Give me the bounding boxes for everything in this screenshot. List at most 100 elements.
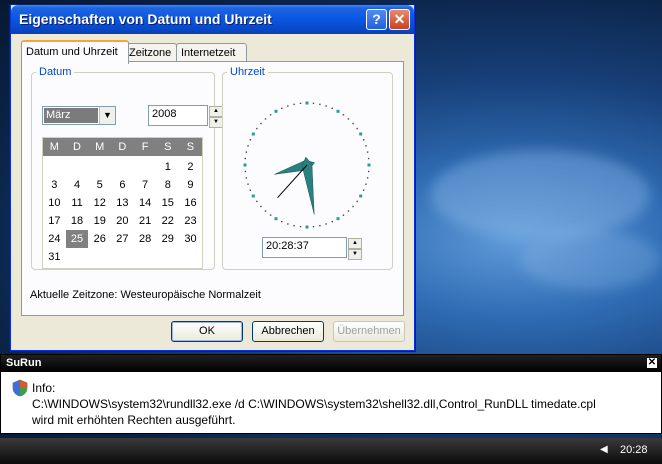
tray-expand-icon[interactable]: ◀ <box>600 444 608 455</box>
date-group: Datum März ▼ 2008 ▲ ▼ MDMDFSS 1234567891… <box>31 66 223 270</box>
clock-minute-mark <box>325 105 327 107</box>
calendar-day[interactable]: 31 <box>43 248 66 266</box>
calendar-day[interactable]: 21 <box>134 212 157 230</box>
weekday-label: F <box>141 141 149 153</box>
calendar-day[interactable]: 16 <box>179 194 202 212</box>
calendar-day[interactable]: 3 <box>43 176 66 194</box>
spin-down-icon[interactable]: ▼ <box>209 117 223 128</box>
calendar-day[interactable]: 10 <box>43 194 66 212</box>
clock-hour-mark <box>251 194 255 198</box>
calendar-day[interactable]: 27 <box>111 230 134 248</box>
clock-minute-mark <box>365 183 367 185</box>
clock-minute-mark <box>325 223 327 225</box>
calendar-day[interactable]: 14 <box>134 194 157 212</box>
clock-hour-mark <box>251 132 255 136</box>
clock-minute-mark <box>365 145 367 147</box>
clock-minute-mark <box>342 214 345 216</box>
calendar-day[interactable]: 30 <box>179 230 202 248</box>
calendar-day[interactable]: 8 <box>156 176 179 194</box>
help-button[interactable]: ? <box>366 9 387 30</box>
clock-minute-mark <box>264 118 267 120</box>
surun-close-icon[interactable]: ✕ <box>647 358 657 368</box>
time-spinner[interactable]: 20:28:37 ▲ ▼ <box>262 237 362 260</box>
clock-hour-mark <box>367 163 371 167</box>
calendar-day[interactable]: 9 <box>179 176 202 194</box>
calendar-day[interactable]: 20 <box>111 212 134 230</box>
weekday-label: S <box>186 141 195 153</box>
tab-date-time[interactable]: Datum und Uhrzeit <box>21 40 129 64</box>
cancel-button[interactable]: Abbrechen <box>252 321 324 342</box>
apply-button[interactable]: Übernehmen <box>333 321 405 342</box>
calendar-day[interactable]: 19 <box>88 212 111 230</box>
calendar-day[interactable]: 25 <box>65 230 89 248</box>
calendar-day[interactable]: 2 <box>179 158 202 176</box>
spin-up-icon[interactable]: ▲ <box>209 106 223 117</box>
clock-hour-mark <box>305 225 309 229</box>
weekday-label: D <box>118 141 127 153</box>
calendar-day[interactable]: 4 <box>66 176 89 194</box>
desktop-glow <box>520 230 660 290</box>
surun-info-label: Info: <box>32 381 56 395</box>
calendar-day[interactable]: 1 <box>156 158 179 176</box>
clock-minute-mark <box>269 214 272 216</box>
clock-minute-mark <box>356 127 358 130</box>
surun-command: C:\WINDOWS\system32\rundll32.exe /d C:\W… <box>32 397 596 411</box>
clock-minute-mark <box>347 210 350 212</box>
clock-minute-mark <box>293 103 295 106</box>
calendar-day[interactable]: 13 <box>111 194 134 212</box>
clock-minute-mark <box>367 157 370 160</box>
title-bar[interactable]: Eigenschaften von Datum und Uhrzeit ? ✕ <box>11 5 414 34</box>
calendar-day[interactable]: 12 <box>88 194 111 212</box>
clock-minute-mark <box>245 177 248 179</box>
weekday-label: S <box>164 141 172 153</box>
clock-minute-mark <box>281 220 283 223</box>
calendar-blank <box>134 158 157 176</box>
surun-message-body: Info: C:\WINDOWS\system32\rundll32.exe /… <box>32 380 596 428</box>
calendar-day[interactable]: 29 <box>156 230 179 248</box>
calendar-day[interactable]: 11 <box>66 194 89 212</box>
chevron-down-icon[interactable]: ▼ <box>99 107 115 124</box>
spin-up-icon[interactable]: ▲ <box>348 238 362 249</box>
month-dropdown[interactable]: März ▼ <box>42 106 116 125</box>
clock-minute-mark <box>352 205 354 208</box>
calendar-blank <box>88 158 111 176</box>
ok-button[interactable]: OK <box>171 321 243 342</box>
clock-minute-mark <box>287 105 289 107</box>
clock-minute-mark <box>342 114 345 116</box>
clock-minute-mark <box>245 151 248 153</box>
clock-minute-mark <box>264 210 267 212</box>
spin-down-icon[interactable]: ▼ <box>348 249 362 260</box>
taskbar-clock[interactable]: 20:28 <box>620 444 648 456</box>
clock-hour-mark <box>359 132 363 136</box>
clock-minute-mark <box>347 118 350 120</box>
clock-minute-mark <box>299 102 302 105</box>
weekday-label: D <box>73 141 81 153</box>
time-value: 20:28:37 <box>266 240 309 252</box>
calendar-blank <box>43 158 66 176</box>
calendar-day[interactable]: 26 <box>88 230 111 248</box>
clock-minute-mark <box>367 170 370 173</box>
close-button[interactable]: ✕ <box>389 9 410 30</box>
clock-minute-mark <box>331 107 333 110</box>
tab-timezone[interactable]: Zeitzone <box>124 43 177 62</box>
year-spinner[interactable]: 2008 ▲ ▼ <box>148 105 223 128</box>
calendar-day[interactable]: 7 <box>134 176 157 194</box>
calendar-day[interactable]: 5 <box>88 176 111 194</box>
calendar-day[interactable]: 18 <box>66 212 89 230</box>
calendar-day[interactable]: 6 <box>111 176 134 194</box>
tab-internet-time[interactable]: Internetzeit <box>176 43 247 62</box>
calendar-day-grid: 1 2 3 4 5 6 7 8 9 10 11 12 13 14 15 16 17 18 19 20 21 22 23 24 2… <box>43 156 202 268</box>
calendar-day[interactable]: 15 <box>156 194 179 212</box>
calendar-day[interactable]: 24 <box>43 230 66 248</box>
clock-minute-mark <box>269 114 272 116</box>
calendar-blank <box>66 158 89 176</box>
calendar-day[interactable]: 17 <box>43 212 66 230</box>
calendar-weekday-header: MDMDFSS <box>43 138 202 156</box>
calendar-day[interactable]: 23 <box>179 212 202 230</box>
calendar-day[interactable]: 22 <box>156 212 179 230</box>
year-value: 2008 <box>152 108 177 120</box>
clock-minute-mark <box>256 127 258 130</box>
clock-minute-mark <box>244 170 247 173</box>
clock-hour-mark <box>243 163 247 167</box>
calendar-day[interactable]: 28 <box>134 230 157 248</box>
